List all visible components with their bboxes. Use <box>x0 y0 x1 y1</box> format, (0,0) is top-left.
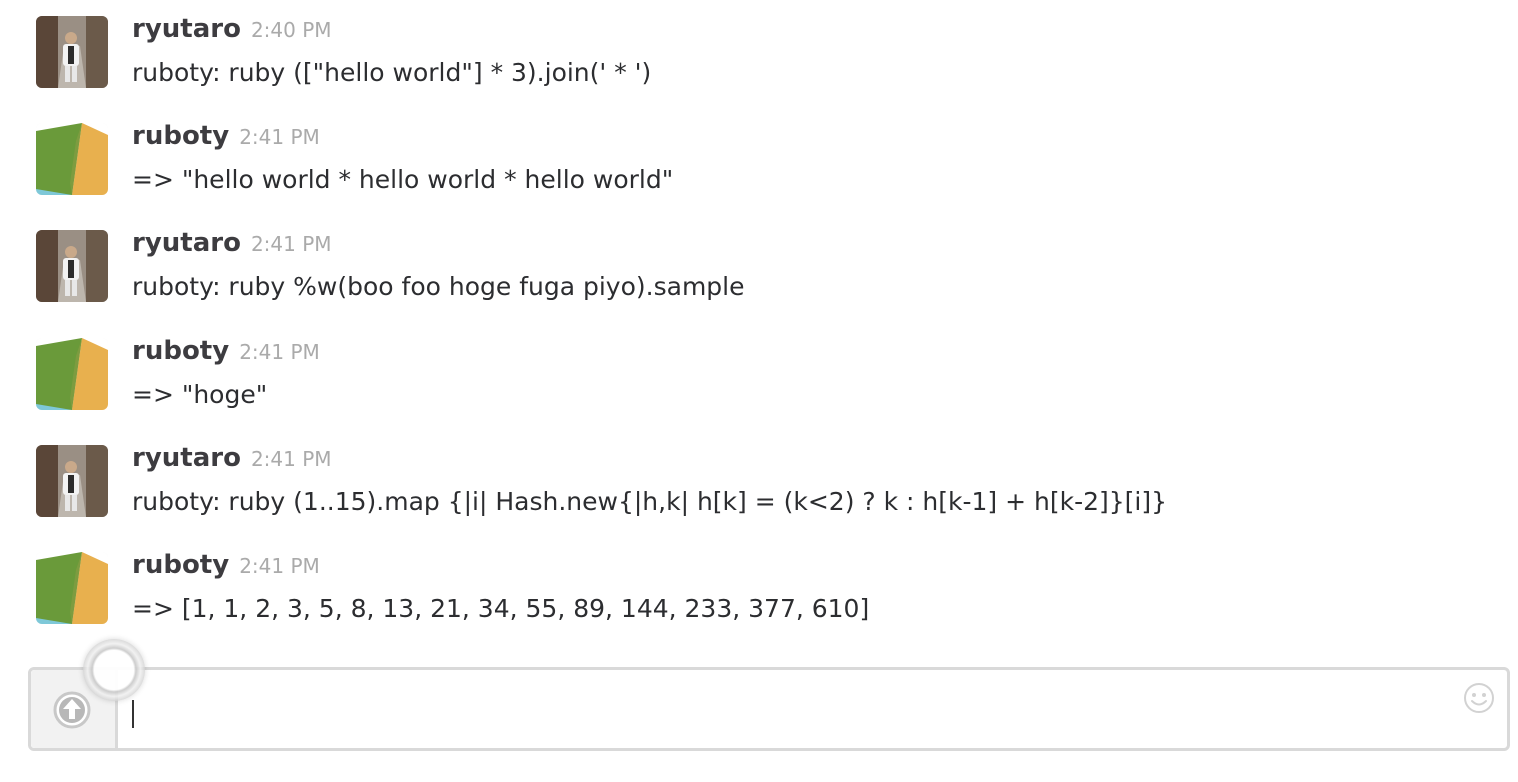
author-name[interactable]: ryutaro <box>132 443 241 473</box>
touch-indicator <box>83 639 145 701</box>
message-text: => "hello world * hello world * hello wo… <box>132 165 674 194</box>
avatar-ryutaro[interactable] <box>36 445 108 517</box>
ruboty-logo-icon <box>36 552 108 624</box>
timestamp[interactable]: 2:41 PM <box>239 554 320 578</box>
message-text: ruboty: ruby %w(boo foo hoge fuga piyo).… <box>132 272 745 301</box>
person-photo-icon <box>36 445 108 517</box>
author-name[interactable]: ruboty <box>132 550 229 580</box>
text-cursor <box>132 700 134 728</box>
message-item: ruboty 2:41 PM => [1, 1, 2, 3, 5, 8, 13, … <box>0 536 1518 636</box>
message-text: ruboty: ruby (["hello world"] * 3).join(… <box>132 58 652 87</box>
author-name[interactable]: ruboty <box>132 121 229 151</box>
message-header: ryutaro 2:41 PM <box>132 228 332 258</box>
timestamp[interactable]: 2:41 PM <box>251 447 332 471</box>
message-item: ruboty 2:41 PM => "hoge" <box>0 322 1518 422</box>
timestamp[interactable]: 2:41 PM <box>251 232 332 256</box>
message-text: ruboty: ruby (1..15).map {|i| Hash.new{|… <box>132 487 1168 516</box>
person-photo-icon <box>36 16 108 88</box>
message-header: ruboty 2:41 PM <box>132 121 320 151</box>
message-item: ryutaro 2:41 PM ruboty: ruby (1..15).map … <box>0 429 1518 529</box>
avatar-ruboty[interactable] <box>36 123 108 195</box>
message-composer <box>28 667 1510 751</box>
avatar-ryutaro[interactable] <box>36 230 108 302</box>
ruboty-logo-icon <box>36 338 108 410</box>
upload-arrow-icon <box>53 691 91 729</box>
message-text: => [1, 1, 2, 3, 5, 8, 13, 21, 34, 55, 89… <box>132 594 870 623</box>
author-name[interactable]: ryutaro <box>132 228 241 258</box>
message-item: ryutaro 2:41 PM ruboty: ruby %w(boo foo h… <box>0 214 1518 314</box>
message-header: ruboty 2:41 PM <box>132 336 320 366</box>
author-name[interactable]: ruboty <box>132 336 229 366</box>
message-item: ryutaro 2:40 PM ruboty: ruby (["hello wor… <box>0 0 1518 100</box>
message-header: ryutaro 2:41 PM <box>132 443 332 473</box>
message-header: ruboty 2:41 PM <box>132 550 320 580</box>
avatar-ruboty[interactable] <box>36 552 108 624</box>
author-name[interactable]: ryutaro <box>132 14 241 44</box>
smiley-face-icon[interactable] <box>1463 682 1495 714</box>
avatar-ryutaro[interactable] <box>36 16 108 88</box>
message-header: ryutaro 2:40 PM <box>132 14 332 44</box>
timestamp[interactable]: 2:40 PM <box>251 18 332 42</box>
timestamp[interactable]: 2:41 PM <box>239 125 320 149</box>
message-input[interactable] <box>121 670 1441 748</box>
ruboty-logo-icon <box>36 123 108 195</box>
timestamp[interactable]: 2:41 PM <box>239 340 320 364</box>
message-text: => "hoge" <box>132 380 268 409</box>
avatar-ruboty[interactable] <box>36 338 108 410</box>
person-photo-icon <box>36 230 108 302</box>
message-item: ruboty 2:41 PM => "hello world * hello wo… <box>0 107 1518 207</box>
